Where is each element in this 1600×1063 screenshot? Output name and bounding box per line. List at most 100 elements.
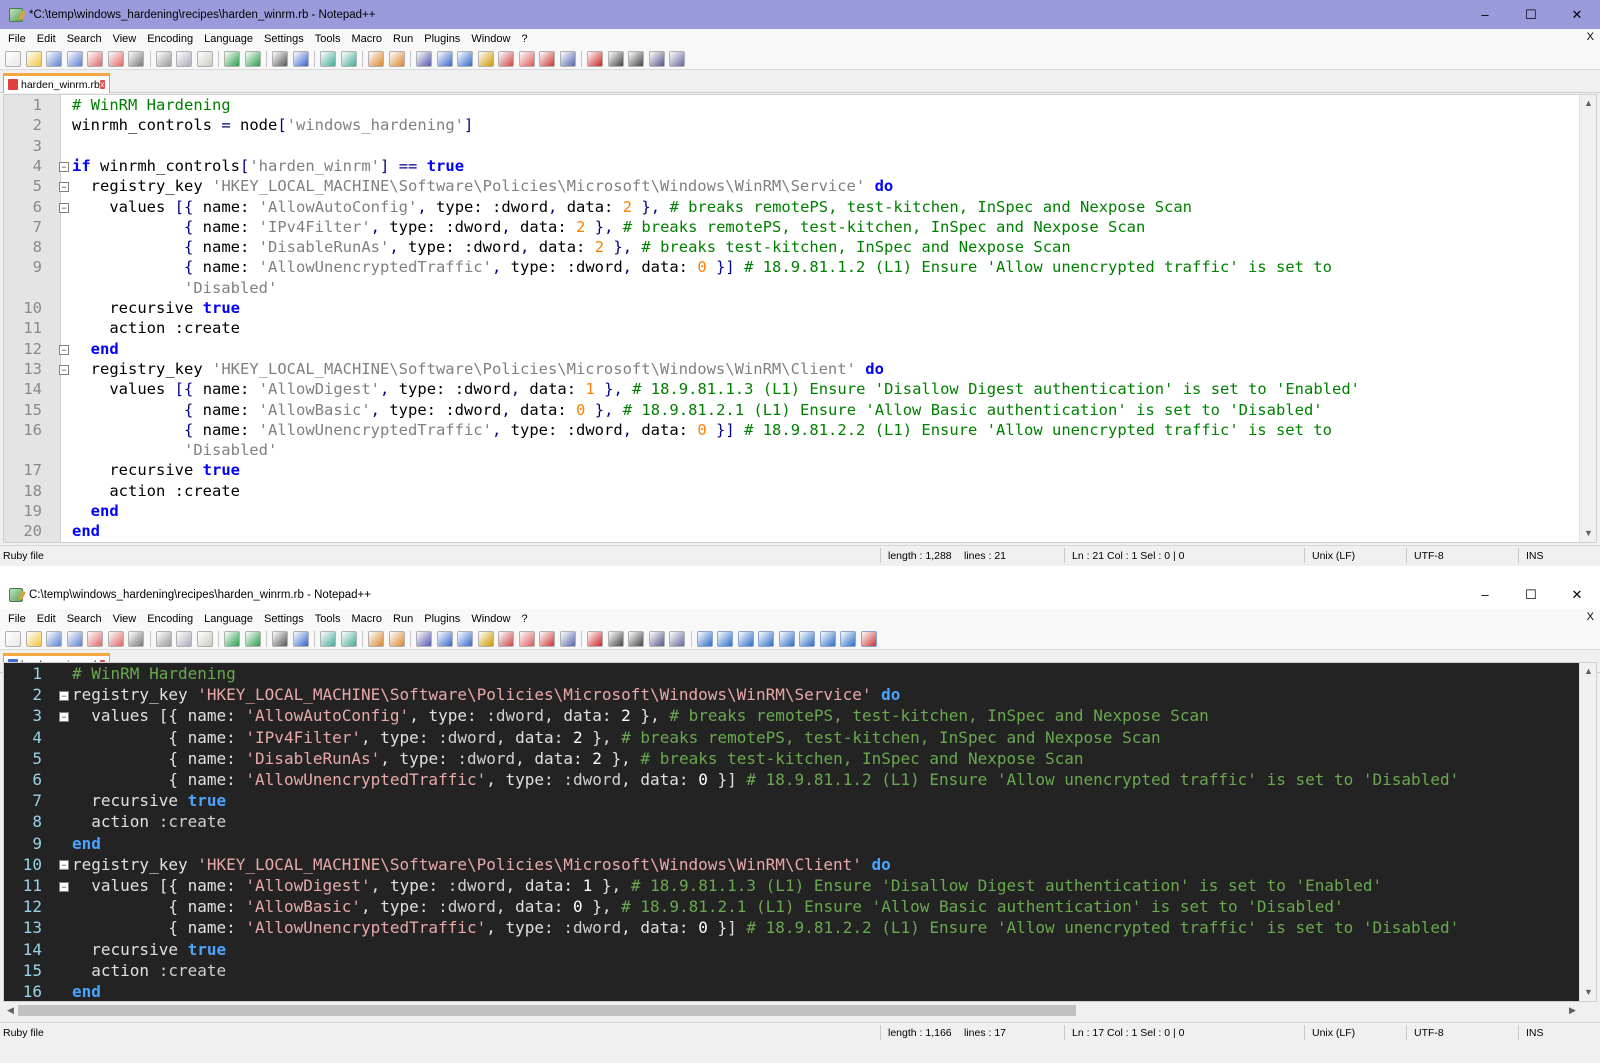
menu-language[interactable]: Language bbox=[200, 613, 257, 625]
code-editor-bottom[interactable]: 1 2 3 4 5 6 7 8 9 10 11 12 13 14 15 16 ▲ ▼ # WinRM Hard… bbox=[3, 662, 1597, 1002]
code-line[interactable]: recursive true bbox=[72, 299, 240, 319]
code-line[interactable]: recursive true bbox=[72, 940, 226, 961]
menu-window[interactable]: Window bbox=[467, 613, 514, 625]
menu-settings[interactable]: Settings bbox=[260, 613, 308, 625]
copy-icon[interactable] bbox=[176, 50, 192, 67]
close-document-icon[interactable]: X bbox=[1587, 31, 1594, 43]
scroll-up-icon[interactable]: ▲ bbox=[1580, 663, 1596, 680]
record-macro-icon[interactable] bbox=[587, 630, 603, 647]
menu-search[interactable]: Search bbox=[63, 33, 106, 45]
show-all-chars-icon[interactable] bbox=[436, 50, 453, 67]
zoom-out-icon[interactable] bbox=[340, 630, 357, 647]
code-line[interactable]: recursive true bbox=[72, 461, 240, 481]
code-line[interactable]: { name: 'AllowBasic', type: :dword, data… bbox=[72, 897, 1343, 918]
close-all-icon[interactable] bbox=[107, 630, 124, 647]
menu-plugins[interactable]: Plugins bbox=[420, 613, 464, 625]
close-document-icon[interactable]: X bbox=[1587, 611, 1594, 623]
save-macro-icon[interactable] bbox=[669, 50, 685, 67]
fold-toggle-icon[interactable]: − bbox=[59, 860, 69, 871]
minimize-button[interactable]: – bbox=[1462, 0, 1508, 29]
word-wrap-icon[interactable] bbox=[416, 50, 432, 67]
code-line[interactable]: registry_key 'HKEY_LOCAL_MACHINE\Softwar… bbox=[72, 177, 894, 197]
sync-vertical-icon[interactable] bbox=[368, 630, 384, 647]
menu-help[interactable]: ? bbox=[517, 613, 531, 625]
file-tab[interactable]: harden_winrm.rb x bbox=[3, 73, 110, 93]
user-lang-icon[interactable] bbox=[477, 50, 494, 67]
code-line[interactable]: winrmh_controls = node['windows_hardenin… bbox=[72, 116, 473, 136]
code-line[interactable]: { name: 'AllowUnencryptedTraffic', type:… bbox=[72, 258, 1332, 278]
replace-icon[interactable] bbox=[292, 630, 309, 647]
folder-workspace-icon[interactable] bbox=[539, 50, 555, 67]
code-line[interactable]: end bbox=[72, 522, 100, 542]
print-icon[interactable] bbox=[128, 630, 144, 647]
horizontal-scrollbar[interactable]: ◀ ▶ bbox=[3, 1002, 1580, 1019]
print-icon[interactable] bbox=[128, 50, 144, 67]
code-line[interactable]: end bbox=[72, 834, 101, 855]
menu-window[interactable]: Window bbox=[467, 33, 514, 45]
menu-tools[interactable]: Tools bbox=[311, 33, 345, 45]
save-all-icon[interactable] bbox=[66, 50, 83, 67]
menu-encoding[interactable]: Encoding bbox=[143, 613, 197, 625]
code-line[interactable]: action :create bbox=[72, 812, 226, 833]
function-list-icon[interactable] bbox=[518, 50, 535, 67]
zoom-in-icon[interactable] bbox=[320, 50, 336, 67]
code-line[interactable]: registry_key 'HKEY_LOCAL_MACHINE\Softwar… bbox=[72, 685, 900, 706]
zoom-in-icon[interactable] bbox=[320, 630, 336, 647]
scroll-down-icon[interactable]: ▼ bbox=[1580, 984, 1596, 1001]
close-icon[interactable] bbox=[87, 50, 103, 67]
code-line[interactable]: { name: 'AllowUnencryptedTraffic', type:… bbox=[72, 421, 1332, 441]
vertical-scrollbar[interactable]: ▲ ▼ bbox=[1579, 95, 1596, 542]
tab-close-icon[interactable]: x bbox=[99, 80, 105, 89]
word-wrap-icon[interactable] bbox=[416, 630, 432, 647]
menu-run[interactable]: Run bbox=[389, 613, 417, 625]
diff-options-icon[interactable] bbox=[840, 630, 856, 647]
run-macro-multiple-icon[interactable] bbox=[648, 630, 665, 647]
code-line[interactable]: action :create bbox=[72, 482, 240, 502]
code-line[interactable]: if winrmh_controls['harden_winrm'] == tr… bbox=[72, 157, 464, 177]
vertical-scrollbar[interactable]: ▲ ▼ bbox=[1579, 663, 1596, 1001]
close-button[interactable]: ✕ bbox=[1554, 580, 1600, 609]
compare-nav-icon[interactable] bbox=[737, 630, 754, 647]
close-all-icon[interactable] bbox=[107, 50, 124, 67]
save-icon[interactable] bbox=[46, 630, 62, 647]
menu-edit[interactable]: Edit bbox=[33, 33, 60, 45]
record-macro-icon[interactable] bbox=[587, 50, 603, 67]
code-line[interactable]: { name: 'IPv4Filter', type: :dword, data… bbox=[72, 218, 1145, 238]
show-all-chars-icon[interactable] bbox=[436, 630, 453, 647]
sync-horizontal-icon[interactable] bbox=[388, 630, 405, 647]
doc-map-icon[interactable] bbox=[498, 50, 514, 67]
fold-toggle-icon[interactable]: − bbox=[59, 690, 69, 701]
menu-file[interactable]: File bbox=[4, 33, 30, 45]
save-macro-icon[interactable] bbox=[669, 630, 685, 647]
save-all-icon[interactable] bbox=[66, 630, 83, 647]
code-line[interactable]: end bbox=[72, 502, 119, 522]
replace-icon[interactable] bbox=[292, 50, 309, 67]
menu-encoding[interactable]: Encoding bbox=[143, 33, 197, 45]
fold-toggle-icon[interactable]: − bbox=[59, 162, 69, 173]
fold-toggle-icon[interactable]: − bbox=[59, 344, 69, 355]
menu-run[interactable]: Run bbox=[389, 33, 417, 45]
maximize-button[interactable]: ☐ bbox=[1508, 580, 1554, 609]
code-line[interactable]: { name: 'AllowUnencryptedTraffic', type:… bbox=[72, 918, 1459, 939]
function-list-icon[interactable] bbox=[518, 630, 535, 647]
scroll-down-icon[interactable]: ▼ bbox=[1580, 525, 1596, 542]
folder-workspace-icon[interactable] bbox=[539, 630, 555, 647]
stop-macro-icon[interactable] bbox=[607, 630, 624, 647]
code-line[interactable]: values [{ name: 'AllowAutoConfig', type:… bbox=[72, 706, 1209, 727]
code-line[interactable]: # WinRM Hardening bbox=[72, 664, 236, 685]
undo-icon[interactable] bbox=[224, 50, 240, 67]
scroll-right-icon[interactable]: ▶ bbox=[1565, 1002, 1580, 1019]
code-editor-top[interactable]: 1 2 3 4 5 6 7 8 9 10 11 12 13 14 15 16 17 18 19 20 ▲ ▼ # Wi… bbox=[3, 94, 1597, 543]
open-icon[interactable] bbox=[25, 50, 42, 67]
fold-toggle-icon[interactable]: − bbox=[59, 365, 69, 376]
code-line[interactable]: { name: 'AllowBasic', type: :dword, data… bbox=[72, 401, 1323, 421]
menu-tools[interactable]: Tools bbox=[311, 613, 345, 625]
redo-icon[interactable] bbox=[244, 630, 261, 647]
close-button[interactable]: ✕ bbox=[1554, 0, 1600, 29]
code-line[interactable]: recursive true bbox=[72, 791, 226, 812]
play-macro-icon[interactable] bbox=[628, 50, 644, 67]
code-line[interactable]: action :create bbox=[72, 319, 240, 339]
code-line[interactable]: registry_key 'HKEY_LOCAL_MACHINE\Softwar… bbox=[72, 360, 884, 380]
code-line[interactable]: 'Disabled' bbox=[72, 441, 277, 461]
cut-icon[interactable] bbox=[155, 50, 172, 67]
